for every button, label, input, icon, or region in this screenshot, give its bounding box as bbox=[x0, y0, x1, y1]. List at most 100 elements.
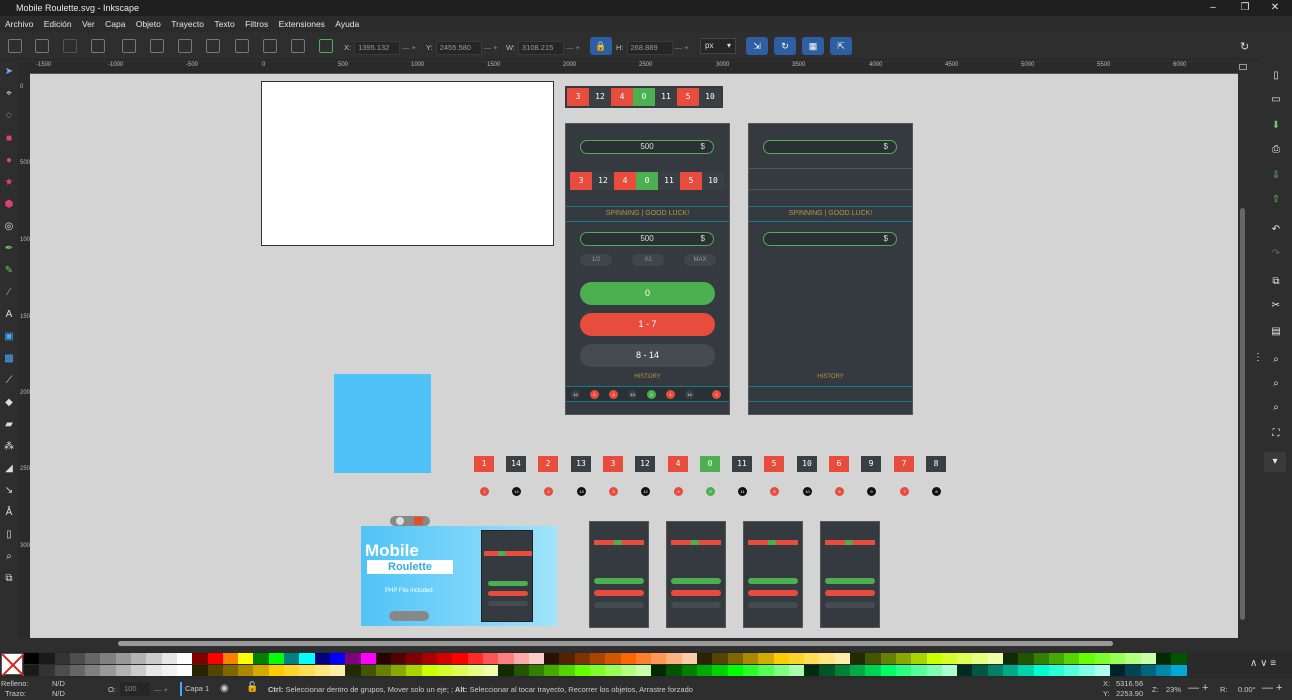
deselect-icon[interactable] bbox=[63, 39, 77, 53]
spiral-tool-icon[interactable]: ◎ bbox=[3, 221, 15, 233]
color-swatch[interactable] bbox=[253, 653, 269, 664]
promo-banner[interactable]: Mobile Roulette PHP File included bbox=[361, 526, 557, 626]
color-swatch[interactable] bbox=[758, 653, 774, 664]
raise-to-top-icon[interactable] bbox=[122, 39, 136, 53]
color-swatch[interactable] bbox=[987, 665, 1003, 676]
color-swatch[interactable] bbox=[1064, 653, 1080, 664]
cut-icon[interactable]: ✂ bbox=[1270, 300, 1282, 312]
menu-filtros[interactable]: Filtros bbox=[245, 19, 268, 29]
max-bet-button[interactable]: MAX bbox=[684, 254, 716, 266]
tweak-tool-icon[interactable]: ◌ bbox=[3, 110, 15, 122]
y-stepper-icon[interactable]: — + bbox=[484, 43, 498, 52]
node-tool-icon[interactable]: ⌖ bbox=[3, 88, 15, 100]
page-area[interactable] bbox=[261, 81, 554, 246]
flip-vertical-icon[interactable] bbox=[206, 39, 220, 53]
zoom-fit-icon[interactable]: ⛶ bbox=[1270, 428, 1282, 440]
menu-objeto[interactable]: Objeto bbox=[136, 19, 161, 29]
preview-1[interactable] bbox=[589, 521, 649, 628]
color-swatch[interactable] bbox=[131, 665, 147, 676]
color-swatch[interactable] bbox=[1171, 653, 1187, 664]
color-swatch[interactable] bbox=[850, 665, 866, 676]
color-swatch[interactable] bbox=[1140, 653, 1156, 664]
color-swatch[interactable] bbox=[957, 665, 973, 676]
more-icon[interactable]: ⋮ bbox=[1252, 352, 1264, 364]
text-tool-icon[interactable]: A bbox=[3, 309, 15, 321]
w-field[interactable]: W: 3108.215— + bbox=[506, 41, 580, 55]
color-swatch[interactable] bbox=[452, 653, 468, 664]
color-swatch[interactable] bbox=[176, 653, 193, 664]
color-swatch[interactable] bbox=[697, 653, 713, 664]
move-patterns-icon[interactable]: ⇱ bbox=[830, 37, 852, 55]
bet-black-button[interactable]: 8 - 14 bbox=[580, 344, 715, 367]
color-swatch[interactable] bbox=[528, 653, 545, 664]
h-value[interactable]: 268.889 bbox=[626, 41, 673, 55]
color-swatch[interactable] bbox=[161, 665, 177, 676]
color-swatch[interactable] bbox=[712, 653, 728, 664]
scale-stroke-icon[interactable]: ⇲ bbox=[746, 37, 768, 55]
color-swatch[interactable] bbox=[911, 665, 927, 676]
tile[interactable]: 2 bbox=[538, 456, 558, 472]
color-swatch[interactable] bbox=[788, 653, 805, 664]
color-swatch[interactable] bbox=[773, 665, 789, 676]
color-swatch[interactable] bbox=[1110, 653, 1126, 664]
rect-tool-icon[interactable]: ■ bbox=[3, 133, 15, 145]
tile[interactable]: 8 bbox=[926, 456, 946, 472]
color-swatch[interactable] bbox=[1125, 665, 1141, 676]
lock-ratio-icon[interactable]: 🔒 bbox=[590, 37, 612, 55]
dot[interactable]: 7 bbox=[900, 487, 909, 496]
lock-icon[interactable]: 🔓 bbox=[246, 682, 258, 693]
color-swatch[interactable] bbox=[268, 665, 285, 676]
color-swatch[interactable] bbox=[115, 653, 132, 664]
new-document-icon[interactable]: ▯ bbox=[1270, 70, 1282, 82]
w-stepper-icon[interactable]: — + bbox=[566, 43, 580, 52]
selector-tool-icon[interactable]: ➤ bbox=[3, 66, 15, 78]
color-swatch[interactable] bbox=[176, 665, 193, 676]
pen-tool-icon[interactable]: ✒ bbox=[3, 243, 15, 255]
color-swatch[interactable] bbox=[314, 653, 330, 664]
color-swatch[interactable] bbox=[528, 665, 545, 676]
tile[interactable]: 0 bbox=[700, 456, 720, 472]
color-swatch[interactable] bbox=[1079, 665, 1095, 676]
preview-2[interactable] bbox=[666, 521, 726, 628]
color-swatch[interactable] bbox=[987, 653, 1003, 664]
color-swatch[interactable] bbox=[666, 653, 682, 664]
color-swatch[interactable] bbox=[406, 665, 422, 676]
tile[interactable]: 6 bbox=[829, 456, 849, 472]
color-swatch[interactable] bbox=[39, 665, 55, 676]
align-center-icon[interactable] bbox=[263, 39, 277, 53]
vertical-scrollbar[interactable] bbox=[1238, 62, 1248, 638]
color-swatch[interactable] bbox=[299, 653, 315, 664]
color-swatch[interactable] bbox=[375, 665, 392, 676]
rotation-value[interactable]: 0.00° bbox=[1238, 685, 1256, 694]
menu-texto[interactable]: Texto bbox=[214, 19, 234, 29]
color-swatch[interactable] bbox=[360, 665, 376, 676]
rotate-90-icon[interactable] bbox=[91, 39, 105, 53]
save-icon[interactable]: ⬇ bbox=[1270, 120, 1282, 132]
layer-name[interactable]: Capa 1 bbox=[180, 682, 209, 696]
redo-icon[interactable]: ↷ bbox=[1270, 248, 1282, 260]
color-swatch[interactable] bbox=[911, 653, 927, 664]
color-swatch[interactable] bbox=[819, 653, 835, 664]
3dbox-tool-icon[interactable]: ⬢ bbox=[3, 199, 15, 211]
tile[interactable]: 1 bbox=[474, 456, 494, 472]
color-swatch[interactable] bbox=[238, 665, 254, 676]
color-swatch[interactable] bbox=[498, 653, 514, 664]
color-swatch[interactable] bbox=[69, 665, 86, 676]
export-icon[interactable]: ⇧ bbox=[1270, 194, 1282, 206]
close-icon[interactable]: ✕ bbox=[1262, 0, 1288, 16]
color-swatch[interactable] bbox=[1003, 665, 1019, 676]
zoom-tool-icon[interactable]: ⌕ bbox=[3, 551, 15, 563]
color-swatch[interactable] bbox=[850, 653, 866, 664]
copy-icon[interactable]: ⧉ bbox=[1270, 276, 1282, 288]
color-swatch[interactable] bbox=[589, 653, 606, 664]
spray-tool-icon[interactable]: ⁂ bbox=[3, 441, 15, 453]
color-swatch[interactable] bbox=[574, 665, 590, 676]
x-field[interactable]: X: 1395.132— + bbox=[344, 41, 416, 55]
color-swatch[interactable] bbox=[375, 653, 392, 664]
color-swatch[interactable] bbox=[24, 653, 40, 664]
color-swatch[interactable] bbox=[437, 653, 453, 664]
color-swatch[interactable] bbox=[834, 665, 851, 676]
tile[interactable]: 5 bbox=[764, 456, 784, 472]
paint-bucket-icon[interactable]: ◆ bbox=[3, 397, 15, 409]
color-swatch[interactable] bbox=[482, 653, 499, 664]
